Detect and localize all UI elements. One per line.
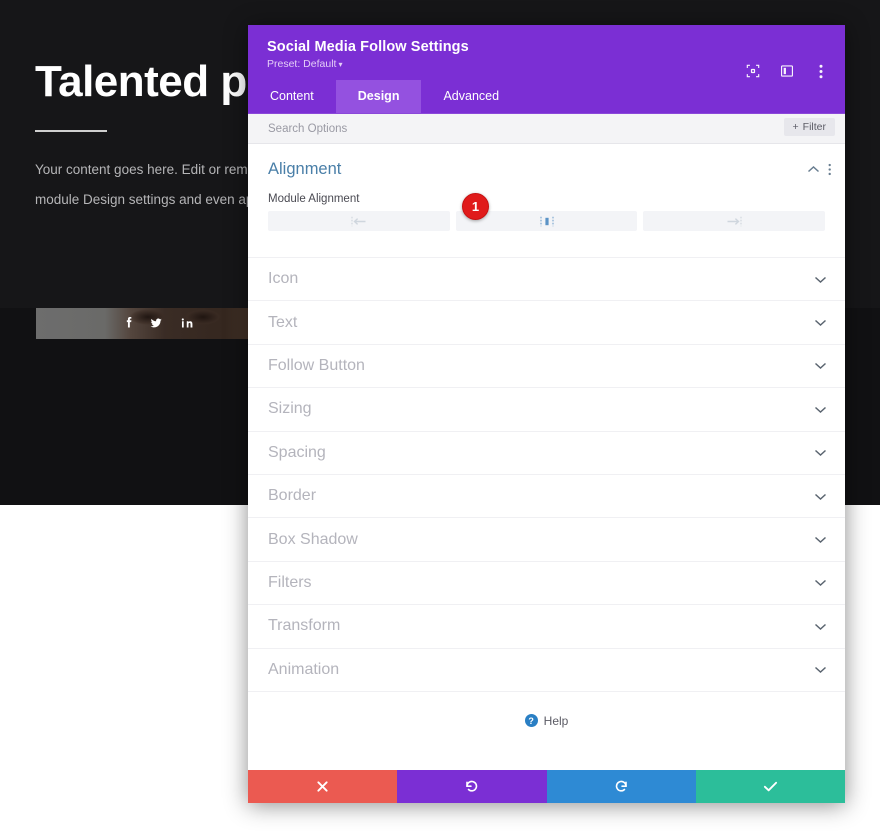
tab-content[interactable]: Content [248, 80, 336, 113]
section-animation-label: Animation [268, 660, 340, 678]
align-left-button[interactable] [268, 211, 450, 231]
section-animation[interactable]: Animation [248, 647, 845, 691]
section-alignment: Alignment Module Alignment 1 [248, 144, 845, 257]
modal-header-actions [745, 63, 829, 79]
section-filters-label: Filters [268, 573, 312, 591]
section-box-shadow-label: Box Shadow [268, 530, 358, 548]
cancel-button[interactable] [248, 770, 398, 803]
linkedin-icon[interactable] [178, 314, 196, 332]
panel-layout-icon[interactable] [779, 63, 795, 79]
chevron-down-icon[interactable] [814, 275, 827, 284]
step-badge-1: 1 [462, 193, 489, 220]
search-bar: + Filter [248, 114, 845, 144]
section-transform-label: Transform [268, 617, 341, 635]
section-border[interactable]: Border [248, 473, 845, 517]
tab-advanced[interactable]: Advanced [421, 80, 521, 113]
align-right-button[interactable] [643, 211, 826, 231]
close-icon [317, 781, 328, 792]
preset-selector[interactable]: Preset: Default ▾ [267, 58, 826, 70]
twitter-icon[interactable] [147, 314, 165, 332]
help-link[interactable]: ? Help [248, 690, 845, 728]
redo-icon [615, 780, 627, 792]
chevron-down-icon[interactable] [814, 665, 827, 674]
chevron-down-icon: ▾ [338, 60, 343, 69]
settings-modal: Social Media Follow Settings Preset: Def… [248, 25, 845, 803]
module-alignment-label: Module Alignment [268, 193, 360, 205]
chevron-up-icon[interactable] [807, 165, 820, 174]
save-button[interactable] [695, 770, 845, 803]
modal-title: Social Media Follow Settings [267, 39, 469, 55]
chevron-down-icon[interactable] [814, 318, 827, 327]
help-label: Help [543, 713, 569, 728]
section-filters[interactable]: Filters [248, 560, 845, 604]
responsive-view-icon[interactable] [745, 63, 761, 79]
help-icon: ? [524, 714, 538, 728]
preset-label: Preset: Default [267, 58, 337, 70]
section-alignment-header[interactable]: Alignment [248, 144, 845, 189]
module-alignment-control: 1 [248, 193, 845, 231]
section-sizing-label: Sizing [268, 400, 312, 418]
check-icon [763, 781, 777, 792]
section-follow-button-label: Follow Button [268, 356, 365, 374]
filter-button-label: Filter [802, 121, 826, 133]
section-text[interactable]: Text [248, 300, 845, 343]
chevron-down-icon[interactable] [814, 448, 827, 457]
section-transform[interactable]: Transform [248, 604, 845, 647]
facebook-icon[interactable] [120, 314, 138, 332]
section-spacing[interactable]: Spacing [248, 430, 845, 474]
section-box-shadow[interactable]: Box Shadow [248, 517, 845, 560]
modal-header: Social Media Follow Settings Preset: Def… [248, 25, 845, 80]
filter-button[interactable]: + Filter [783, 118, 835, 136]
title-divider [35, 130, 107, 132]
chevron-down-icon[interactable] [814, 492, 827, 501]
section-text-label: Text [268, 313, 298, 331]
chevron-down-icon[interactable] [814, 535, 827, 544]
tab-design[interactable]: Design [335, 80, 422, 113]
redo-button[interactable] [546, 770, 696, 803]
chevron-down-icon[interactable] [814, 405, 827, 414]
kebab-menu-icon[interactable] [813, 63, 829, 79]
undo-icon [466, 780, 478, 792]
modal-body: Alignment Module Alignment 1 Icon Text F… [248, 144, 845, 770]
section-alignment-title: Alignment [268, 160, 342, 178]
chevron-down-icon[interactable] [814, 622, 827, 631]
plus-icon: + [792, 121, 799, 133]
chevron-down-icon[interactable] [814, 361, 827, 370]
undo-button[interactable] [397, 770, 547, 803]
section-border-label: Border [268, 487, 317, 505]
section-follow-button[interactable]: Follow Button [248, 343, 845, 387]
section-kebab-menu-icon[interactable] [828, 163, 831, 176]
section-spacing-label: Spacing [268, 443, 326, 461]
chevron-down-icon[interactable] [814, 578, 827, 587]
section-icon[interactable]: Icon [248, 257, 845, 300]
modal-footer [248, 770, 845, 803]
modal-tabs: Content Design Advanced [248, 80, 845, 114]
section-sizing[interactable]: Sizing [248, 387, 845, 430]
search-input[interactable] [268, 122, 668, 135]
section-icon-label: Icon [268, 270, 299, 288]
